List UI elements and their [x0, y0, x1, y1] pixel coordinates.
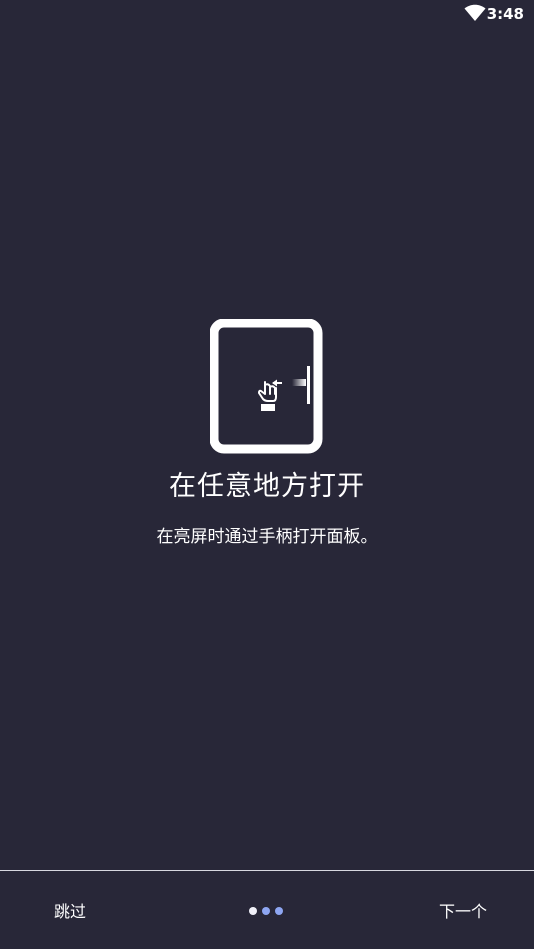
page-indicator-dot	[262, 907, 270, 915]
page-subtitle: 在亮屏时通过手柄打开面板。	[156, 527, 378, 547]
pagination-dots	[249, 907, 283, 915]
page-title: 在任意地方打开	[169, 471, 365, 502]
next-button[interactable]: 下一个	[439, 898, 487, 922]
status-bar: 3:48	[0, 0, 534, 30]
page-indicator-dot	[275, 907, 283, 915]
tablet-swipe-icon	[210, 319, 323, 454]
wifi-icon	[464, 4, 486, 21]
onboarding-footer: 跳过 下一个	[0, 871, 534, 949]
status-time: 3:48	[486, 5, 524, 23]
skip-button[interactable]: 跳过	[54, 898, 86, 922]
page-indicator-dot	[249, 907, 257, 915]
